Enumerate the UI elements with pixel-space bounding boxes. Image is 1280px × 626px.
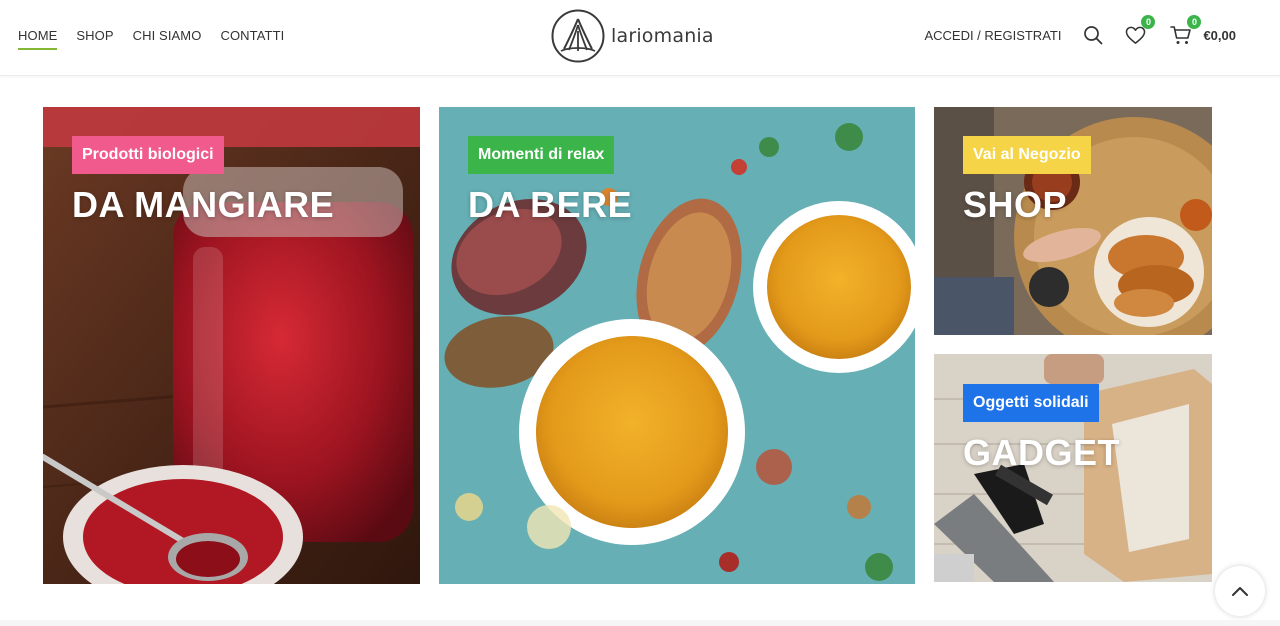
wishlist-count-badge: 0 — [1141, 15, 1156, 29]
login-register-link[interactable]: ACCEDI / REGISTRATI — [924, 28, 1061, 43]
scroll-to-top-button[interactable] — [1215, 566, 1265, 616]
search-icon — [1084, 26, 1103, 45]
jam-jar-image — [43, 107, 420, 584]
cart-icon — [1170, 26, 1192, 44]
banner-title: GADGET — [963, 432, 1121, 473]
banner-gadget[interactable]: Oggetti solidali GADGET — [934, 354, 1212, 582]
wishlist-button[interactable]: 0 — [1123, 15, 1156, 47]
nav-shop[interactable]: SHOP — [76, 24, 113, 47]
banner-title: DA MANGIARE — [72, 184, 335, 225]
site-logo[interactable]: lariomania — [551, 8, 714, 64]
banner-tag: Prodotti biologici — [72, 136, 224, 174]
main-nav: HOME SHOP CHI SIAMO CONTATTI — [18, 0, 284, 70]
banner-da-bere[interactable]: Momenti di relax DA BERE — [439, 107, 915, 584]
page-footer-edge — [0, 620, 1280, 626]
cart-count-badge: 0 — [1187, 15, 1202, 29]
nav-chi-siamo[interactable]: CHI SIAMO — [133, 24, 202, 47]
logo-mark-icon — [551, 9, 605, 63]
search-button[interactable] — [1081, 23, 1105, 47]
banner-tag: Momenti di relax — [468, 136, 615, 174]
cart-button[interactable]: 0 — [1169, 15, 1202, 47]
heart-icon — [1125, 26, 1146, 44]
herbal-tea-image — [439, 107, 915, 584]
banner-da-mangiare[interactable]: Prodotti biologici DA MANGIARE — [43, 107, 420, 584]
banner-tag: Vai al Negozio — [963, 136, 1091, 174]
banner-title: SHOP — [963, 184, 1068, 225]
nav-home[interactable]: HOME — [18, 24, 58, 50]
banner-title: DA BERE — [468, 184, 633, 225]
chevron-up-icon — [1232, 587, 1248, 596]
nav-contatti[interactable]: CONTATTI — [220, 24, 284, 47]
cart-total[interactable]: €0,00 — [1203, 28, 1236, 43]
header-actions: ACCEDI / REGISTRATI 0 0 €0,00 — [924, 0, 1236, 70]
logo-text: lariomania — [611, 25, 714, 47]
site-header: HOME SHOP CHI SIAMO CONTATTI lariomania … — [0, 0, 1280, 76]
banner-shop[interactable]: Vai al Negozio SHOP — [934, 107, 1212, 335]
banner-tag: Oggetti solidali — [963, 384, 1099, 422]
